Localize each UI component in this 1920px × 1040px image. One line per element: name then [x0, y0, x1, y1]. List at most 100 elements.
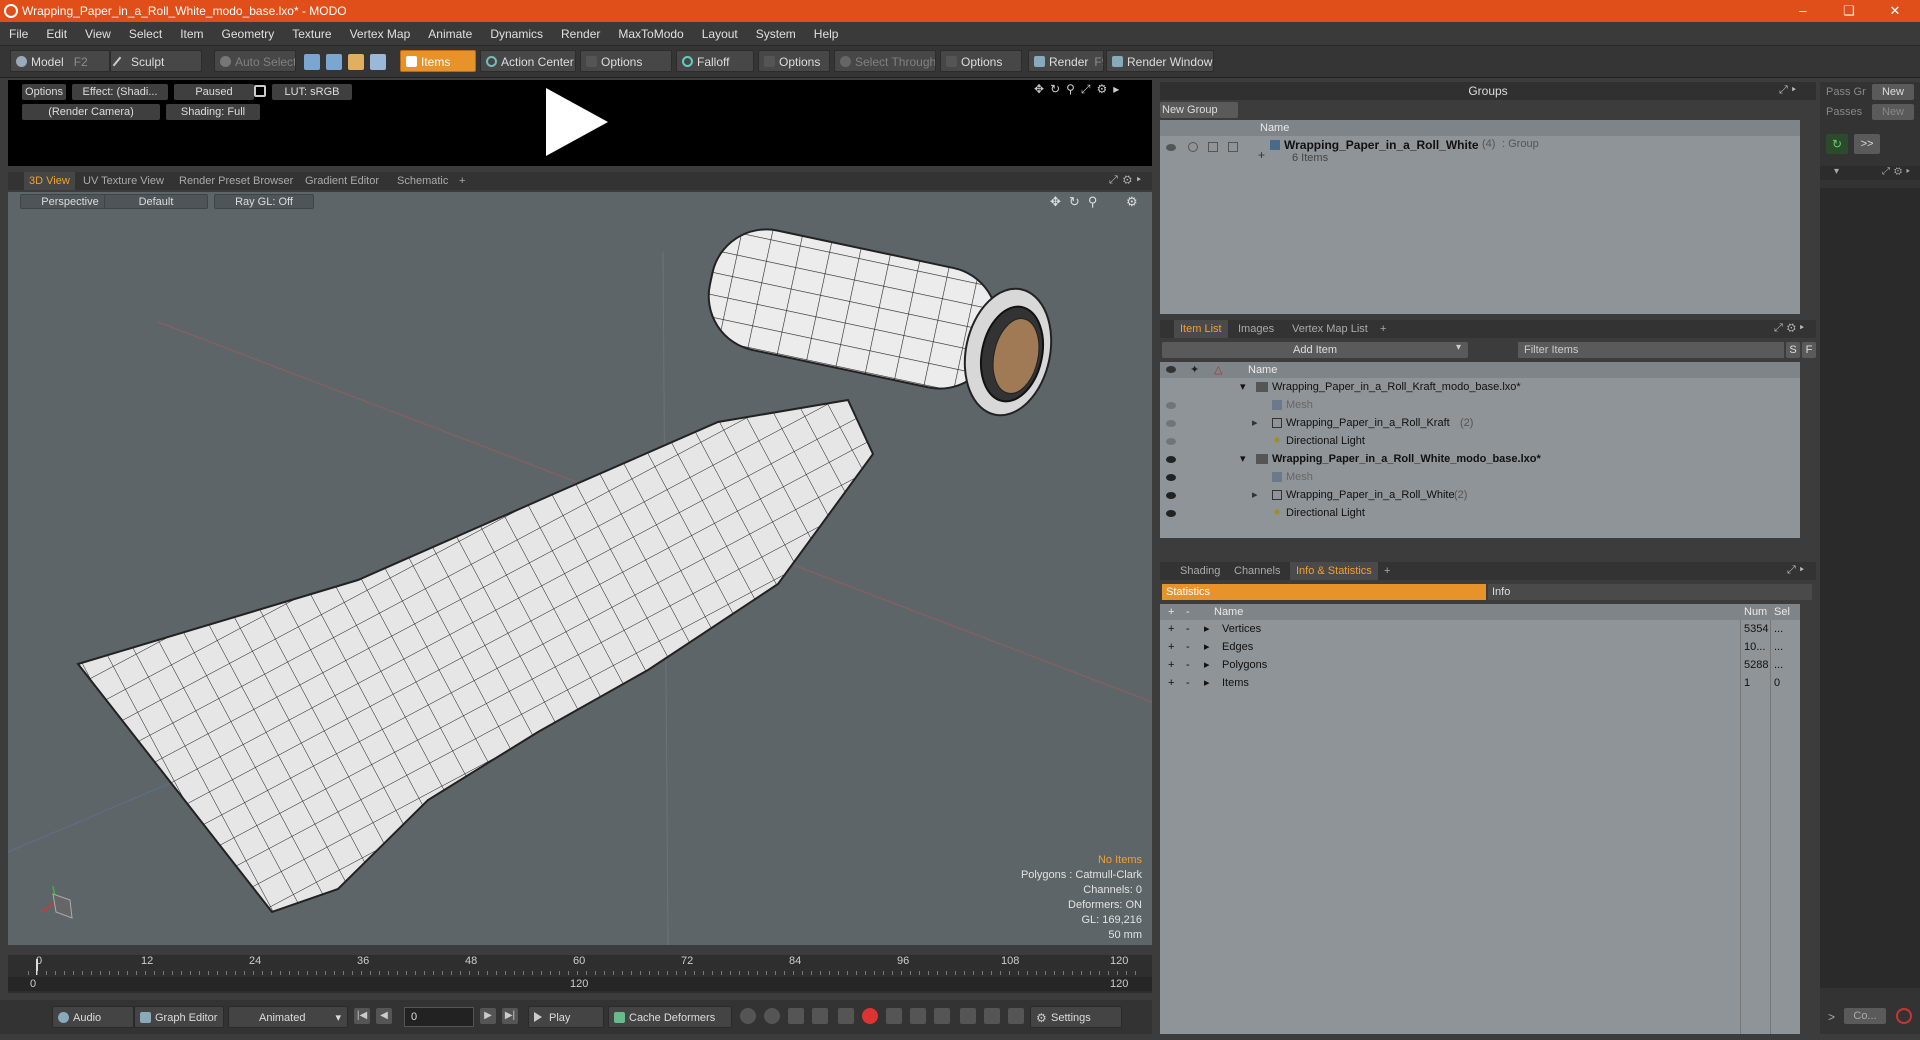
add-selection-icon[interactable]: + [1168, 656, 1174, 674]
arrow-right-icon[interactable]: ▸ [1792, 84, 1800, 96]
key-check-icon[interactable] [838, 1008, 854, 1024]
tab-item-list[interactable]: Item List [1174, 320, 1228, 338]
animated-dropdown[interactable]: Animated ▾ [228, 1006, 348, 1028]
visibility-eye-icon[interactable] [1166, 438, 1176, 445]
shading-dropdown[interactable]: Shading: Full [166, 104, 260, 120]
default-style-dropdown[interactable]: Default [104, 194, 208, 209]
item-list-tree[interactable]: ✦ △ Name ▾ Wrapping_Paper_in_a_Roll_Kraf… [1160, 362, 1800, 538]
arrow-right-icon[interactable]: ▸ [1113, 82, 1125, 96]
close-window-button[interactable]: ✕ [1872, 0, 1918, 22]
expand-plus-icon[interactable]: + [1258, 148, 1265, 162]
sculpt-mode-button[interactable]: Sculpt [110, 50, 202, 72]
menu-vertex-map[interactable]: Vertex Map [341, 22, 420, 46]
info-subtab[interactable]: Info [1488, 584, 1812, 600]
prev-marker-icon[interactable] [910, 1008, 926, 1024]
visibility-eye-icon[interactable] [1166, 492, 1176, 499]
select-through-options-button[interactable]: Options [940, 50, 1022, 72]
render-button[interactable]: RenderF9 [1028, 50, 1104, 72]
play-button[interactable]: Play [528, 1006, 604, 1028]
lock-toggle-icon[interactable] [1208, 142, 1218, 152]
gear-icon[interactable]: ⚙ [1097, 82, 1114, 96]
chevron-right-icon[interactable]: ▸ [1204, 656, 1210, 674]
menu-render[interactable]: Render [552, 22, 609, 46]
group-row[interactable]: + Wrapping_Paper_in_a_Roll_White (4) : G… [1160, 138, 1800, 168]
effect-dropdown[interactable]: Effect: (Shadi... [72, 84, 168, 100]
add-tab-button[interactable]: + [454, 172, 470, 190]
select-toggle-icon[interactable] [1228, 142, 1238, 152]
preview-options-button[interactable]: Options [22, 84, 66, 100]
menu-geometry[interactable]: Geometry [213, 22, 284, 46]
previous-frame-icon[interactable]: ◀ [376, 1008, 392, 1024]
list-item[interactable]: ☀ Directional Light [1160, 432, 1800, 450]
visibility-eye-icon[interactable] [1166, 402, 1176, 409]
gear-icon[interactable]: ⚙ [1123, 174, 1137, 186]
s-toggle-button[interactable]: S [1786, 342, 1800, 358]
arrow-right-icon[interactable]: ▸ [1137, 174, 1146, 186]
polygons-mode-icon[interactable] [348, 54, 364, 70]
add-tab-button[interactable]: + [1378, 562, 1396, 580]
3d-viewport[interactable]: Perspective Default Ray GL: Off ✥↻⚲ ⚙ No… [8, 192, 1152, 945]
record-icon[interactable] [862, 1008, 878, 1024]
visibility-eye-icon[interactable] [1166, 474, 1176, 481]
remove-selection-icon[interactable]: - [1186, 638, 1190, 656]
falloff-button[interactable]: Falloff [676, 50, 754, 72]
maximize-button[interactable]: ❏ [1826, 0, 1872, 22]
visibility-eye-icon[interactable] [1166, 510, 1176, 517]
paused-button[interactable]: Paused [174, 84, 254, 100]
action-center-options-button[interactable]: Options [580, 50, 672, 72]
go-to-start-icon[interactable]: |◀ [354, 1008, 370, 1024]
tab-info-statistics[interactable]: Info & Statistics [1290, 562, 1378, 580]
arrow-right-icon[interactable]: ▸ [1800, 564, 1808, 576]
next-marker-icon[interactable] [934, 1008, 950, 1024]
collapse-arrow-icon[interactable]: > [1828, 1010, 1835, 1024]
action-center-button[interactable]: Action Center [480, 50, 576, 72]
tab-uv-texture-view[interactable]: UV Texture View [78, 172, 169, 190]
menu-help[interactable]: Help [805, 22, 848, 46]
visibility-eye-icon[interactable] [1166, 456, 1176, 463]
raygl-toggle[interactable]: Ray GL: Off [214, 194, 314, 209]
settings-button[interactable]: ⚙ Settings [1030, 1006, 1122, 1028]
tab-render-preset-browser[interactable]: Render Preset Browser [174, 172, 298, 190]
menu-animate[interactable]: Animate [419, 22, 481, 46]
auto-key-icon[interactable] [764, 1008, 780, 1024]
f-toggle-button[interactable]: F [1802, 342, 1816, 358]
list-item[interactable]: ▾ Wrapping_Paper_in_a_Roll_Kraft_modo_ba… [1160, 378, 1800, 396]
arrow-right-icon[interactable]: ▸ [1906, 166, 1914, 177]
render-camera-dropdown[interactable]: (Render Camera) [22, 104, 160, 120]
select-through-button[interactable]: Select Through [834, 50, 936, 72]
falloff-options-button[interactable]: Options [758, 50, 830, 72]
prev-key-icon[interactable] [788, 1008, 804, 1024]
remove-selection-icon[interactable]: - [1186, 656, 1190, 674]
render-window-button[interactable]: Render Window [1106, 50, 1214, 72]
remove-selection-icon[interactable]: - [1186, 620, 1190, 638]
key-options-icon[interactable] [886, 1008, 902, 1024]
tab-3d-view[interactable]: 3D View [24, 172, 75, 190]
add-selection-icon[interactable]: + [1168, 674, 1174, 692]
next-key-icon[interactable] [812, 1008, 828, 1024]
loop-icon[interactable] [960, 1008, 976, 1024]
new-pass-group-button[interactable]: New [1872, 84, 1914, 100]
maximize-icon[interactable]: ⤢ [1081, 82, 1097, 96]
statistics-subtab[interactable]: Statistics [1162, 584, 1486, 600]
co-button[interactable]: Co... [1844, 1008, 1886, 1024]
list-item[interactable]: Mesh [1160, 396, 1800, 414]
arrow-right-icon[interactable]: ▸ [1800, 322, 1808, 334]
menu-maxtomodo[interactable]: MaxToModo [609, 22, 692, 46]
zoom-icon[interactable]: ⚲ [1088, 194, 1106, 209]
remove-selection-icon[interactable]: - [1186, 674, 1190, 692]
table-row[interactable]: + - ▸ Items 1 0 [1160, 674, 1800, 692]
expand-icon[interactable]: ⤢ [1787, 564, 1800, 576]
audio-button[interactable]: Audio [52, 1006, 134, 1028]
rotate-icon[interactable]: ↻ [1069, 194, 1088, 209]
list-item[interactable]: ▾ Wrapping_Paper_in_a_Roll_White_modo_ba… [1160, 450, 1800, 468]
add-tab-button[interactable]: + [1374, 320, 1392, 338]
menu-dynamics[interactable]: Dynamics [481, 22, 552, 46]
add-selection-icon[interactable]: + [1168, 620, 1174, 638]
tab-vertex-map-list[interactable]: Vertex Map List [1286, 320, 1374, 338]
expand-icon[interactable]: ⤢ [1774, 322, 1787, 334]
menu-view[interactable]: View [76, 22, 120, 46]
table-row[interactable]: + - ▸ Polygons 5288 ... [1160, 656, 1800, 674]
cache-deformers-button[interactable]: Cache Deformers [608, 1006, 732, 1028]
visibility-eye-icon[interactable] [1166, 144, 1176, 151]
chevron-right-icon[interactable]: ▸ [1252, 414, 1258, 432]
